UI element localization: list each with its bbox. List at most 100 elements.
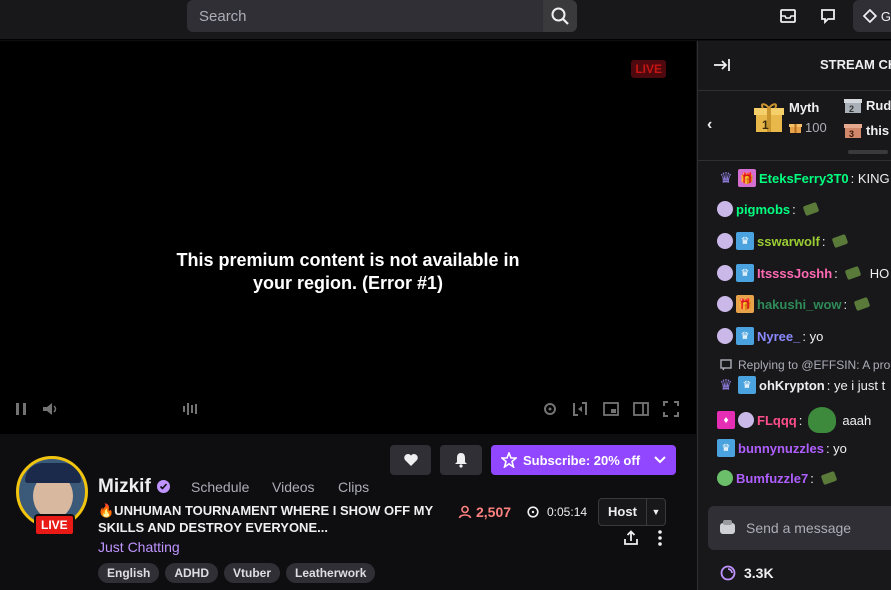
person-icon bbox=[458, 505, 472, 519]
frog-badge-icon bbox=[717, 470, 733, 486]
tag[interactable]: Leatherwork bbox=[286, 563, 376, 583]
chat-message-input[interactable] bbox=[746, 520, 886, 536]
inbox-icon bbox=[780, 9, 796, 23]
chat-text: : bbox=[821, 233, 826, 249]
chat-username[interactable]: EteksFerry3T0 bbox=[759, 171, 849, 186]
chat-input-box bbox=[708, 506, 891, 550]
leader-first-name: Myth bbox=[789, 100, 820, 115]
cake-badge-icon bbox=[717, 233, 733, 249]
fullscreen-button[interactable] bbox=[662, 400, 680, 418]
clip-button[interactable] bbox=[571, 400, 589, 418]
chat-username[interactable]: bunnynuzzles bbox=[738, 441, 824, 456]
svg-text:2: 2 bbox=[849, 104, 854, 114]
chat-username[interactable]: ItssssJoshh bbox=[757, 266, 832, 281]
subscribe-label: Subscribe: 20% off bbox=[523, 452, 641, 468]
subscribe-button[interactable]: Subscribe: 20% off bbox=[491, 445, 676, 475]
svg-text:3: 3 bbox=[849, 129, 854, 139]
fullscreen-icon bbox=[663, 401, 679, 417]
reply-context[interactable]: Replying to @EFFSIN: A pro bbox=[720, 358, 890, 372]
chat-username[interactable]: hakushi_wow bbox=[757, 297, 842, 312]
emote-icon bbox=[853, 296, 871, 312]
prime-label: G bbox=[880, 8, 891, 24]
chat-message: 🎁 hakushi_wow : bbox=[717, 295, 871, 313]
caret-down-icon[interactable]: ▼ bbox=[647, 507, 665, 517]
schedule-link[interactable]: Schedule bbox=[191, 479, 249, 495]
leader-first-value: 100 bbox=[789, 120, 827, 135]
chat-username[interactable]: Bumfuzzle7 bbox=[736, 471, 808, 486]
clips-link[interactable]: Clips bbox=[338, 479, 369, 495]
star-icon bbox=[501, 452, 517, 468]
cat-badge-icon bbox=[717, 201, 733, 217]
share-icon bbox=[624, 530, 638, 545]
search-button[interactable] bbox=[543, 0, 577, 32]
channel-name[interactable]: Mizkif bbox=[98, 476, 151, 498]
chat-username[interactable]: sswarwolf bbox=[757, 234, 820, 249]
channel-points-icon bbox=[720, 565, 736, 581]
stream-uptime: 0:05:14 bbox=[527, 505, 587, 519]
channel-points[interactable]: 3.3K bbox=[720, 565, 774, 581]
gem-badge-icon: ♦ bbox=[717, 411, 735, 429]
tag[interactable]: Vtuber bbox=[224, 563, 281, 583]
search-input[interactable] bbox=[187, 0, 543, 32]
bell-icon bbox=[455, 453, 467, 468]
artist-badge-icon: ♛ bbox=[719, 377, 733, 394]
videos-link[interactable]: Videos bbox=[272, 479, 315, 495]
gift-third-icon: 3 bbox=[844, 124, 862, 139]
cat-badge-icon bbox=[717, 328, 733, 344]
chevron-left-icon[interactable]: ‹ bbox=[707, 116, 712, 134]
collapse-chat-button[interactable] bbox=[712, 56, 732, 74]
chat-header: STREAM CHAT bbox=[698, 41, 891, 91]
emote-icon bbox=[802, 201, 820, 217]
category-link[interactable]: Just Chatting bbox=[98, 539, 180, 555]
follow-button[interactable] bbox=[390, 445, 431, 475]
notifications-button[interactable] bbox=[440, 445, 482, 475]
chat-message: ♦ FLqqq : aaah bbox=[717, 407, 871, 433]
inbox-button[interactable] bbox=[777, 5, 799, 27]
crown-icon bbox=[863, 9, 877, 23]
tag-list: English ADHD Vtuber Leatherwork bbox=[98, 563, 376, 583]
channel-info: LIVE Mizkif Schedule Videos Clips 🔥UNHUM… bbox=[0, 434, 696, 590]
chat-message: ♛ Nyree_ : yo bbox=[717, 327, 823, 345]
clock-icon bbox=[527, 506, 539, 518]
chat-username[interactable]: ohKrypton bbox=[759, 378, 825, 393]
theatre-mode-button[interactable] bbox=[632, 400, 650, 418]
emote-icon bbox=[820, 470, 838, 486]
chat-text: : bbox=[792, 201, 796, 217]
gift-leaderboard: ‹ 1 Myth 100 2 Rud 3 this bbox=[698, 91, 891, 161]
clip-icon bbox=[573, 402, 587, 416]
chat-text: : bbox=[843, 296, 848, 312]
stream-title: 🔥UNHUMAN TOURNAMENT WHERE I SHOW OFF MY … bbox=[98, 503, 433, 535]
pause-button[interactable] bbox=[12, 400, 30, 418]
more-vertical-icon bbox=[658, 530, 662, 546]
more-options-button[interactable] bbox=[652, 528, 668, 548]
chat-panel: STREAM CHAT ‹ 1 Myth 100 2 Rud 3 this ♛ … bbox=[697, 41, 891, 590]
host-label: Host bbox=[599, 499, 647, 525]
collapse-icon bbox=[714, 59, 730, 71]
whispers-button[interactable] bbox=[817, 5, 839, 27]
chat-username[interactable]: pigmobs bbox=[736, 202, 790, 217]
cake-badge-icon bbox=[717, 265, 733, 281]
tag[interactable]: ADHD bbox=[165, 563, 219, 583]
pepe-emote-icon bbox=[808, 407, 837, 433]
host-button[interactable]: Host ▼ bbox=[598, 498, 666, 526]
whisper-icon bbox=[821, 9, 835, 25]
cake-badge-icon bbox=[717, 296, 733, 312]
viewer-count: 2,507 bbox=[458, 504, 511, 520]
chat-username[interactable]: Nyree_ bbox=[757, 329, 800, 344]
chat-message: Bumfuzzle7 : bbox=[717, 470, 838, 486]
chat-identity-icon bbox=[720, 520, 735, 534]
prime-button[interactable]: G bbox=[853, 0, 891, 32]
settings-button[interactable] bbox=[541, 400, 559, 418]
audio-only-button[interactable] bbox=[182, 400, 200, 418]
mini-player-button[interactable] bbox=[602, 400, 620, 418]
tag[interactable]: English bbox=[98, 563, 160, 583]
leaderboard-scrollbar[interactable] bbox=[848, 150, 888, 154]
video-player[interactable]: LIVE This premium content is not availab… bbox=[0, 41, 696, 434]
artist-badge-icon: ♛ bbox=[719, 170, 733, 187]
picture-in-picture-icon bbox=[603, 402, 619, 416]
volume-button[interactable] bbox=[42, 400, 60, 418]
share-button[interactable] bbox=[621, 528, 641, 548]
theatre-icon bbox=[633, 402, 649, 416]
chat-message: pigmobs : bbox=[717, 201, 820, 217]
chat-username[interactable]: FLqqq bbox=[757, 413, 797, 428]
